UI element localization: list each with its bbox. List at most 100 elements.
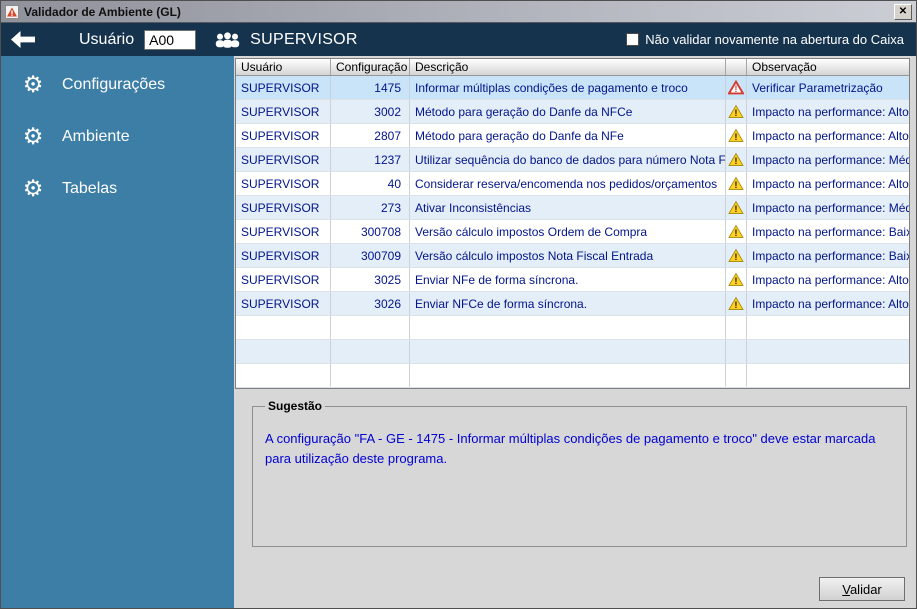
checkbox-box[interactable] [626,33,640,46]
cell-configuracao: 3002 [331,100,410,123]
sidebar-item-configuracoes[interactable]: ⚙ Configurações [1,70,234,100]
svg-text:!: ! [735,252,738,262]
cell-observacao: Impacto na performance: Alto [752,128,909,143]
svg-text:!: ! [735,156,738,166]
warning-icon: ! [728,248,744,262]
table-row[interactable] [236,316,909,340]
svg-text:!: ! [735,228,738,238]
warning-icon: ! [728,200,744,214]
svg-text:!: ! [735,84,738,94]
cell-usuario: SUPERVISOR [236,124,331,147]
validate-button[interactable]: Validar [819,577,905,601]
table-body: SUPERVISOR 1475 Informar múltiplas condi… [236,76,909,388]
column-header-configuracao[interactable]: Configuração [331,59,410,75]
cell-warning: ! [726,244,747,267]
cell-descricao [410,340,726,363]
users-icon [214,31,241,48]
cell-configuracao [331,340,410,363]
svg-text:!: ! [735,300,738,310]
app-window: Validador de Ambiente (GL) ✕ Usuário SUP… [0,0,917,609]
cell-descricao: Método para geração do Danfe da NFe [410,124,726,147]
table-header-row: Usuário Configuração Descrição Observaçã… [236,59,909,76]
cell-configuracao: 2807 [331,124,410,147]
gear-icon: ⚙ [22,72,44,98]
column-header-icon[interactable] [726,59,747,75]
column-header-descricao[interactable]: Descrição [410,59,726,75]
cell-observacao [747,340,909,363]
window-title: Validador de Ambiente (GL) [24,4,181,19]
cell-observacao: Impacto na performance: Alto [752,104,909,119]
cell-observacao: Impacto na performance: Baixo [752,248,909,263]
app-icon [5,4,19,19]
back-button[interactable] [11,31,35,48]
table-row[interactable]: SUPERVISOR 273 Ativar Inconsistências ! … [236,196,909,220]
main-panel: Usuário Configuração Descrição Observaçã… [234,56,916,608]
warning-icon: ! [728,152,744,166]
cell-descricao: Utilizar sequência do banco de dados par… [410,148,726,171]
content-area: ⚙ Configurações ⚙ Ambiente ⚙ Tabelas Usu… [1,56,916,608]
table-row[interactable]: SUPERVISOR 3026 Enviar NFCe de forma sín… [236,292,909,316]
warning-icon: ! [728,104,744,118]
cell-configuracao: 40 [331,172,410,195]
user-code-input[interactable] [144,29,197,50]
cell-warning: ! [726,268,747,291]
close-button[interactable]: ✕ [894,3,912,20]
cell-usuario: SUPERVISOR [236,172,331,195]
warning-icon: ! [728,80,744,95]
sidebar-item-tabelas[interactable]: ⚙ Tabelas [1,174,234,204]
column-header-usuario[interactable]: Usuário [236,59,331,75]
title-bar[interactable]: Validador de Ambiente (GL) ✕ [1,1,916,23]
cell-observacao: Verificar Parametrização [752,80,883,95]
cell-configuracao: 300708 [331,220,410,243]
cell-usuario: SUPERVISOR [236,100,331,123]
cell-warning: ! [726,220,747,243]
cell-warning: ! [726,172,747,195]
validate-label: V [842,581,850,597]
cell-descricao: Enviar NFCe de forma síncrona. [410,292,726,315]
table-row[interactable]: SUPERVISOR 3025 Enviar NFe de forma sínc… [236,268,909,292]
cell-configuracao: 1237 [331,148,410,171]
cell-usuario: SUPERVISOR [236,268,331,291]
cell-descricao: Versão cálculo impostos Ordem de Compra [410,220,726,243]
cell-usuario [236,316,331,339]
user-label: Usuário [79,30,135,48]
cell-observacao: Impacto na performance: Alto [752,296,909,311]
cell-warning: ! [726,124,747,147]
cell-warning: ! [726,100,747,123]
cell-usuario: SUPERVISOR [236,244,331,267]
table-row[interactable] [236,364,909,388]
cell-descricao: Informar múltiplas condições de pagament… [410,76,726,99]
cell-descricao: Ativar Inconsistências [410,196,726,219]
cell-configuracao [331,316,410,339]
cell-observacao: Impacto na performance: Baixo [752,224,909,239]
suggestion-title: Sugestão [268,399,323,413]
column-header-observacao[interactable]: Observação [747,59,909,75]
cell-configuracao: 3025 [331,268,410,291]
sidebar-item-ambiente[interactable]: ⚙ Ambiente [1,122,234,152]
user-name: SUPERVISOR [250,30,358,48]
no-revalidate-checkbox[interactable]: Não validar novamente na abertura do Cai… [626,32,904,47]
header-bar: Usuário SUPERVISOR Não validar novamente… [1,23,916,56]
cell-descricao: Considerar reserva/encomenda nos pedidos… [410,172,726,195]
table-row[interactable]: SUPERVISOR 300708 Versão cálculo imposto… [236,220,909,244]
table-row[interactable] [236,340,909,364]
cell-usuario: SUPERVISOR [236,220,331,243]
table-row[interactable]: SUPERVISOR 1475 Informar múltiplas condi… [236,76,909,100]
svg-text:!: ! [735,132,738,142]
table-row[interactable]: SUPERVISOR 2807 Método para geração do D… [236,124,909,148]
cell-warning [726,340,747,363]
table-row[interactable]: SUPERVISOR 300709 Versão cálculo imposto… [236,244,909,268]
warning-icon: ! [728,296,744,310]
cell-usuario [236,340,331,363]
cell-usuario: SUPERVISOR [236,148,331,171]
table-row[interactable]: SUPERVISOR 3002 Método para geração do D… [236,100,909,124]
sidebar-item-label: Tabelas [62,180,118,197]
cell-descricao: Método para geração do Danfe da NFCe [410,100,726,123]
warning-icon: ! [728,176,744,190]
suggestion-box: Sugestão A configuração "FA - GE - 1475 … [252,399,907,547]
table-row[interactable]: SUPERVISOR 1237 Utilizar sequência do ba… [236,148,909,172]
footer-bar: Validar [819,577,905,601]
table-row[interactable]: SUPERVISOR 40 Considerar reserva/encomen… [236,172,909,196]
cell-configuracao: 1475 [331,76,410,99]
cell-descricao: Enviar NFe de forma síncrona. [410,268,726,291]
